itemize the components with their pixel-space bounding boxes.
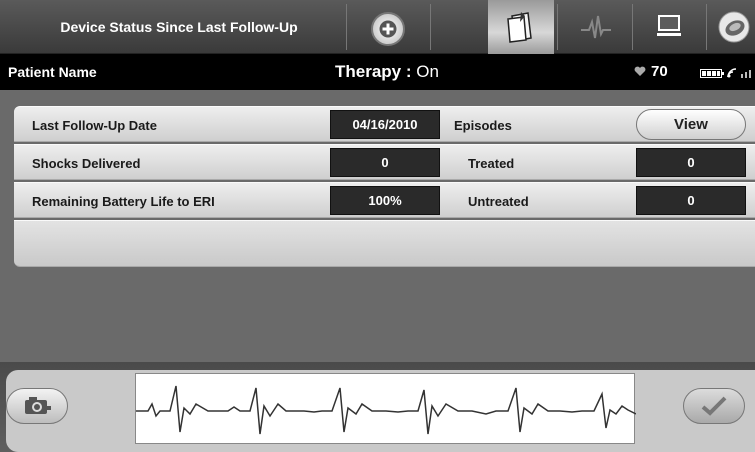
- tab-divider: [632, 4, 633, 50]
- therapy-status: Therapy : On: [335, 62, 439, 82]
- shocks-delivered-value: 0: [330, 148, 440, 177]
- row-label: Remaining Battery Life to ERI: [32, 194, 215, 209]
- heart-rate-value: 70: [651, 63, 668, 80]
- confirm-button[interactable]: [683, 388, 745, 424]
- empty-row: [14, 220, 755, 267]
- tab-divider: [706, 4, 707, 50]
- tab-divider: [557, 4, 558, 50]
- therapy-value: On: [416, 62, 439, 81]
- tab-divider: [346, 4, 347, 50]
- row-shocks-delivered: Shocks Delivered 0 Treated 0: [14, 144, 755, 180]
- computer-monitor-icon: [657, 15, 681, 36]
- tab-telemetry[interactable]: [712, 0, 755, 54]
- tab-ecg[interactable]: [563, 0, 629, 54]
- tab-status-report[interactable]: [488, 0, 554, 54]
- wireless-signal-icon: [727, 68, 737, 78]
- last-follow-up-date-value: 04/16/2010: [330, 110, 440, 139]
- patient-header: Patient Name Therapy : On 70: [0, 54, 755, 90]
- row-label: Shocks Delivered: [32, 156, 141, 171]
- top-tab-bar: Device Status Since Last Follow-Up: [0, 0, 755, 54]
- egm-waveform: [136, 385, 637, 435]
- status-report-icon: [507, 12, 532, 43]
- heart-rate-readout: 70: [634, 63, 668, 80]
- row-battery-life: Remaining Battery Life to ERI 100% Untre…: [14, 182, 755, 218]
- tab-device-status[interactable]: Device Status Since Last Follow-Up: [12, 0, 346, 54]
- bottom-bar: [0, 362, 755, 452]
- tab-divider: [430, 4, 431, 50]
- checkmark-icon: [701, 396, 727, 416]
- battery-life-value: 100%: [330, 186, 440, 215]
- episodes-label: Episodes: [454, 118, 512, 133]
- heart-icon: [634, 66, 646, 76]
- treated-value: 0: [636, 148, 746, 177]
- snapshot-button[interactable]: [6, 388, 68, 424]
- tab-programmer[interactable]: [636, 0, 702, 54]
- signal-bars-icon: [741, 69, 751, 78]
- ecg-trace-icon: [581, 15, 611, 39]
- egm-live-trace: [135, 373, 637, 444]
- row-label: Last Follow-Up Date: [32, 118, 157, 133]
- row-last-follow-up: Last Follow-Up Date 04/16/2010 Episodes …: [14, 106, 755, 142]
- add-button[interactable]: [371, 12, 405, 46]
- wand-telemetry-icon: [718, 11, 749, 43]
- view-episodes-button[interactable]: View: [636, 109, 746, 140]
- device-status-indicators: [700, 68, 753, 78]
- untreated-label: Untreated: [468, 194, 529, 209]
- battery-icon: [700, 68, 724, 78]
- treated-label: Treated: [468, 156, 515, 171]
- therapy-label: Therapy :: [335, 62, 417, 81]
- untreated-value: 0: [636, 186, 746, 215]
- camera-icon: [25, 397, 51, 414]
- status-content: Last Follow-Up Date 04/16/2010 Episodes …: [0, 90, 755, 362]
- plus-icon: [379, 20, 397, 38]
- patient-name: Patient Name: [8, 64, 97, 80]
